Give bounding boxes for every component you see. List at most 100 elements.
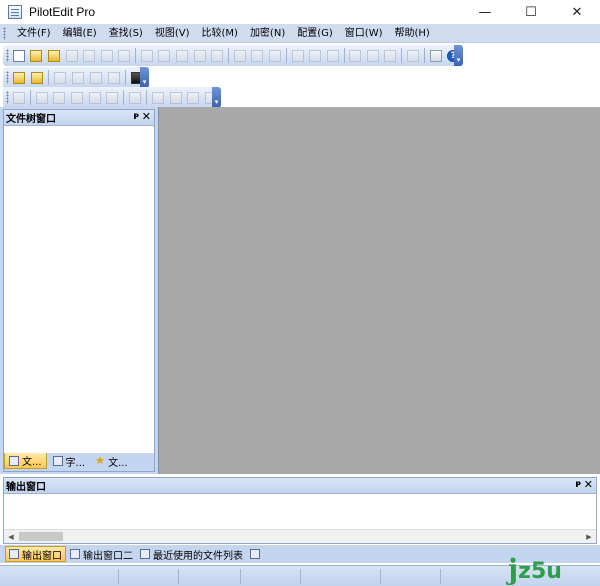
recent-files-icon xyxy=(140,549,150,559)
tab-file-tree[interactable]: 文... xyxy=(4,453,47,469)
undo-icon[interactable] xyxy=(139,48,155,64)
close-icon[interactable]: ✕ xyxy=(584,478,593,491)
file-tree-pane-header: 文件树窗口 ᴘ ✕ xyxy=(4,110,154,126)
zoom-out-icon[interactable] xyxy=(186,90,202,106)
tab-label: 字... xyxy=(65,457,86,469)
mark-icon[interactable] xyxy=(325,48,341,64)
outdent-icon[interactable] xyxy=(307,48,323,64)
tab-label: 文... xyxy=(22,457,42,468)
sort-az-icon[interactable] xyxy=(69,90,85,106)
tab-favorites[interactable]: ★ 文... xyxy=(91,453,132,469)
menu-file[interactable]: 文件(F) xyxy=(11,24,57,43)
menu-compare[interactable]: 比较(M) xyxy=(196,24,244,43)
horizontal-scrollbar[interactable]: ◀ ▶ xyxy=(4,529,596,543)
move-up-icon[interactable] xyxy=(87,90,103,106)
macro-icon[interactable] xyxy=(11,90,27,106)
document-area[interactable] xyxy=(158,107,600,474)
tab-grid[interactable] xyxy=(247,546,266,562)
close-all-icon[interactable] xyxy=(116,48,132,64)
menu-config[interactable]: 配置(G) xyxy=(291,24,339,43)
output-pane-header: 输出窗口 ᴘ ✕ xyxy=(4,478,596,494)
replace-icon[interactable] xyxy=(383,48,399,64)
watermark-j: j xyxy=(508,553,519,586)
maximize-button[interactable]: ☐ xyxy=(508,0,554,24)
list-icon[interactable] xyxy=(105,90,121,106)
paste-icon[interactable] xyxy=(209,48,225,64)
tab-output[interactable]: 输出窗口 xyxy=(5,546,66,562)
align-left-icon[interactable] xyxy=(52,70,68,86)
indent-icon[interactable] xyxy=(290,48,306,64)
toolbar-separator xyxy=(423,48,425,63)
find-next-icon[interactable] xyxy=(365,48,381,64)
toolbar-encrypt: ▾ xyxy=(3,67,149,88)
toolbar-overflow-chevron[interactable]: ▾ xyxy=(212,87,221,108)
menu-encrypt[interactable]: 加密(N) xyxy=(244,24,291,43)
toolbar-separator xyxy=(29,90,31,105)
menu-window[interactable]: 窗口(W) xyxy=(339,24,389,43)
toolbar-separator xyxy=(228,48,229,63)
tools-icon[interactable] xyxy=(405,48,421,64)
close-icon[interactable]: ✕ xyxy=(142,110,151,123)
output2-icon xyxy=(70,549,80,559)
file-tree-view[interactable] xyxy=(4,126,154,453)
scroll-thumb[interactable] xyxy=(19,532,63,541)
align-right-icon[interactable] xyxy=(70,70,86,86)
sort-icon[interactable] xyxy=(267,48,283,64)
output-pane-title: 输出窗口 xyxy=(6,482,46,493)
format2-icon[interactable] xyxy=(106,70,122,86)
tab-label: 文... xyxy=(108,457,128,469)
redo-icon[interactable] xyxy=(157,48,173,64)
status-divider xyxy=(240,569,241,584)
menu-edit[interactable]: 编辑(E) xyxy=(57,24,103,43)
monitor-icon[interactable] xyxy=(428,48,444,64)
copy-icon[interactable] xyxy=(192,48,208,64)
watermark-text: z5u xyxy=(518,559,562,584)
menu-search[interactable]: 查找(S) xyxy=(103,24,149,43)
toolbar-separator xyxy=(401,48,403,63)
window-controls: — ☐ ✕ xyxy=(462,0,600,24)
decrypt-icon[interactable] xyxy=(29,70,45,86)
close-file-icon[interactable] xyxy=(99,48,115,64)
toolbar-separator xyxy=(123,90,125,105)
save-icon[interactable] xyxy=(64,48,80,64)
open-file-icon[interactable] xyxy=(29,48,45,64)
toolbar-grip[interactable] xyxy=(6,71,9,84)
tab-label: 最近使用的文件列表 xyxy=(153,550,243,562)
wrap-icon[interactable] xyxy=(250,48,266,64)
tab-recent-files[interactable]: 最近使用的文件列表 xyxy=(137,546,246,562)
tab-output-2[interactable]: 输出窗口二 xyxy=(67,546,136,562)
cut-icon[interactable] xyxy=(174,48,190,64)
menu-help[interactable]: 帮助(H) xyxy=(389,24,436,43)
menu-view[interactable]: 视图(V) xyxy=(149,24,196,43)
open-folder-icon[interactable] xyxy=(46,48,62,64)
pin-icon[interactable]: ᴘ xyxy=(133,111,139,122)
scroll-left-icon[interactable]: ◀ xyxy=(4,530,18,543)
menu-bar: 文件(F) 编辑(E) 查找(S) 视图(V) 比较(M) 加密(N) 配置(G… xyxy=(0,24,600,43)
zoom-in-icon[interactable] xyxy=(168,90,184,106)
menu-grip[interactable] xyxy=(3,26,6,40)
column-icon[interactable] xyxy=(150,90,166,106)
new-file-icon[interactable] xyxy=(11,48,27,64)
grid-icon xyxy=(250,549,260,559)
toolbar-overflow-chevron[interactable]: ▾ xyxy=(454,45,463,66)
scroll-right-icon[interactable]: ▶ xyxy=(582,530,596,543)
toolbar-separator xyxy=(48,70,49,85)
toolbar-overflow-chevron[interactable]: ▾ xyxy=(140,67,149,88)
record-icon[interactable] xyxy=(34,90,50,106)
find-icon[interactable] xyxy=(347,48,363,64)
toolbar-separator xyxy=(146,90,148,105)
output-pane: 输出窗口 ᴘ ✕ ◀ ▶ xyxy=(3,477,597,544)
toolbar-grip[interactable] xyxy=(6,91,9,104)
encrypt-icon[interactable] xyxy=(11,70,27,86)
copy-window-icon[interactable] xyxy=(232,48,248,64)
close-button[interactable]: ✕ xyxy=(554,0,600,24)
format-icon[interactable] xyxy=(88,70,104,86)
pin-icon[interactable]: ᴘ xyxy=(575,479,581,490)
toolbar-main: ? ▾ xyxy=(3,45,463,66)
toolbar-grip[interactable] xyxy=(6,49,9,62)
play-icon[interactable] xyxy=(51,90,67,106)
tab-chart[interactable]: 字... xyxy=(49,453,90,469)
save-all-icon[interactable] xyxy=(81,48,97,64)
minimize-button[interactable]: — xyxy=(462,0,508,24)
options-icon[interactable] xyxy=(127,90,143,106)
